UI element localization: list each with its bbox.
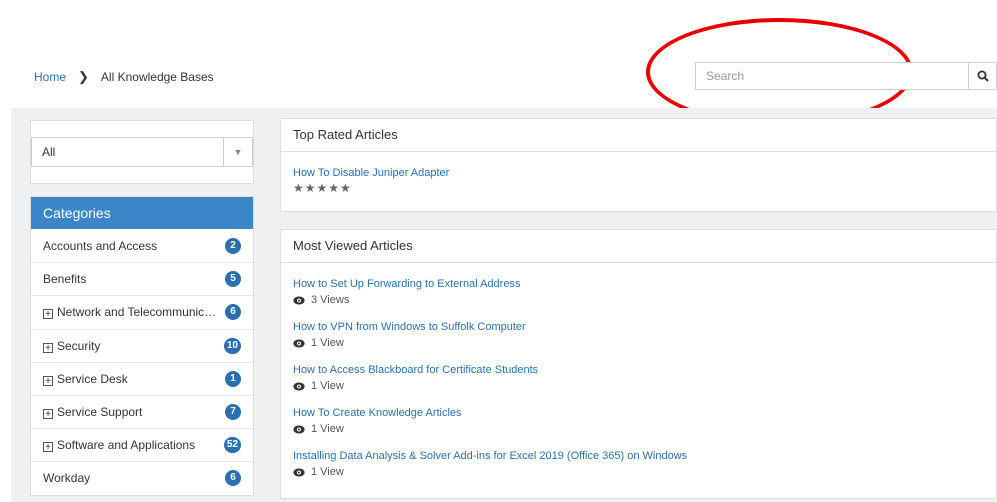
categories-title: Categories: [31, 197, 253, 229]
view-count: 3 Views: [293, 294, 996, 306]
search-button[interactable]: [968, 62, 997, 90]
filter-panel: All ▼: [30, 120, 254, 184]
star-rating: ★★★★★: [293, 181, 352, 195]
most-viewed-panel: Most Viewed Articles How to Set Up Forwa…: [280, 229, 997, 499]
category-list: Accounts and Access 2 Benefits 5 + Network an…: [31, 229, 253, 495]
caret-down-icon: ▼: [223, 138, 252, 166]
view-count: 1 View: [293, 337, 996, 349]
category-name: Network and Telecommunicati…: [57, 305, 225, 320]
article-link[interactable]: How To Disable Juniper Adapter: [293, 167, 996, 179]
category-label: + Service Support: [43, 405, 225, 420]
category-item[interactable]: Accounts and Access 2: [31, 229, 253, 262]
category-label: Accounts and Access: [43, 239, 225, 253]
view-count-text: 1 View: [311, 380, 344, 392]
article-link[interactable]: How to Set Up Forwarding to External Add…: [293, 278, 996, 290]
count-badge: 7: [225, 404, 241, 421]
category-label: + Security: [43, 339, 224, 353]
article-link[interactable]: How to VPN from Windows to Suffolk Compu…: [293, 321, 996, 333]
top-rated-panel: Top Rated Articles How To Disable Junipe…: [280, 118, 997, 212]
list-item: How to VPN from Windows to Suffolk Compu…: [293, 321, 996, 364]
search-icon: [977, 70, 989, 82]
view-count-text: 1 View: [311, 337, 344, 349]
search-input[interactable]: [695, 62, 968, 90]
list-item: How to Set Up Forwarding to External Add…: [293, 278, 996, 321]
top-rated-title: Top Rated Articles: [281, 119, 996, 152]
chevron-right-icon: ❯: [78, 69, 89, 84]
eye-icon: [293, 382, 305, 390]
eye-icon: [293, 468, 305, 476]
view-count: 1 View: [293, 423, 996, 435]
categories-panel: Categories Accounts and Access 2 Benefits 5…: [30, 196, 254, 496]
breadcrumb-current: All Knowledge Bases: [100, 70, 214, 84]
count-badge: 1: [225, 370, 241, 387]
category-label: Workday: [43, 471, 225, 485]
category-item[interactable]: + Service Support 7: [31, 394, 253, 428]
breadcrumb-home-link[interactable]: Home: [34, 70, 66, 84]
knowledge-base-select[interactable]: All ▼: [31, 137, 253, 167]
article-link[interactable]: Installing Data Analysis & Solver Add-in…: [293, 450, 996, 462]
view-count: 1 View: [293, 466, 996, 478]
main-content: All ▼ Categories Accounts and Access 2 Ben…: [11, 108, 997, 502]
category-label: + Network and Telecommunicati…: [43, 305, 225, 320]
article-link[interactable]: How To Create Knowledge Articles: [293, 407, 996, 419]
count-badge: 6: [225, 304, 241, 321]
most-viewed-title: Most Viewed Articles: [281, 230, 996, 263]
category-item[interactable]: + Security 10: [31, 328, 253, 362]
category-name: Software and Applications: [57, 438, 196, 453]
category-item[interactable]: Benefits 5: [31, 262, 253, 295]
category-name: Service Support: [57, 405, 143, 420]
expand-icon[interactable]: +: [43, 375, 53, 386]
expand-icon[interactable]: +: [43, 342, 53, 353]
category-item[interactable]: Workday 6: [31, 461, 253, 494]
list-item: How To Create Knowledge Articles 1 View: [293, 407, 996, 450]
article-link[interactable]: How to Access Blackboard for Certificate…: [293, 364, 996, 376]
search-bar: [695, 62, 997, 90]
select-value: All: [42, 145, 56, 159]
category-item[interactable]: + Service Desk 1: [31, 361, 253, 395]
top-rated-list: How To Disable Juniper Adapter ★★★★★: [281, 152, 996, 195]
count-badge: 2: [225, 237, 241, 254]
category-label: + Software and Applications: [43, 438, 224, 453]
eye-icon: [293, 425, 305, 433]
category-item[interactable]: + Network and Telecommunicati… 6: [31, 295, 253, 328]
category-name: Accounts and Access: [43, 238, 158, 253]
count-badge: 5: [225, 271, 241, 288]
breadcrumb: Home ❯ All Knowledge Bases: [34, 69, 214, 85]
category-name: Service Desk: [57, 371, 128, 386]
view-count: 1 View: [293, 380, 996, 392]
view-count-text: 1 View: [311, 466, 344, 478]
category-name: Benefits: [43, 272, 87, 287]
list-item: Installing Data Analysis & Solver Add-in…: [293, 450, 996, 493]
count-badge: 52: [223, 437, 241, 454]
expand-icon[interactable]: +: [43, 309, 53, 320]
category-item[interactable]: + Software and Applications 52: [31, 428, 253, 461]
eye-icon: [293, 339, 305, 347]
category-label: Benefits: [43, 272, 225, 286]
list-item: How to Access Blackboard for Certificate…: [293, 364, 996, 407]
count-badge: 6: [225, 470, 241, 487]
eye-icon: [293, 296, 305, 304]
category-label: + Service Desk: [43, 372, 225, 386]
category-name: Security: [57, 338, 101, 353]
view-count-text: 3 Views: [311, 294, 350, 306]
expand-icon[interactable]: +: [43, 442, 53, 453]
most-viewed-list: How to Set Up Forwarding to External Add…: [281, 263, 996, 493]
count-badge: 10: [223, 337, 241, 354]
view-count-text: 1 View: [311, 423, 344, 435]
expand-icon[interactable]: +: [43, 409, 53, 420]
category-name: Workday: [43, 471, 91, 486]
